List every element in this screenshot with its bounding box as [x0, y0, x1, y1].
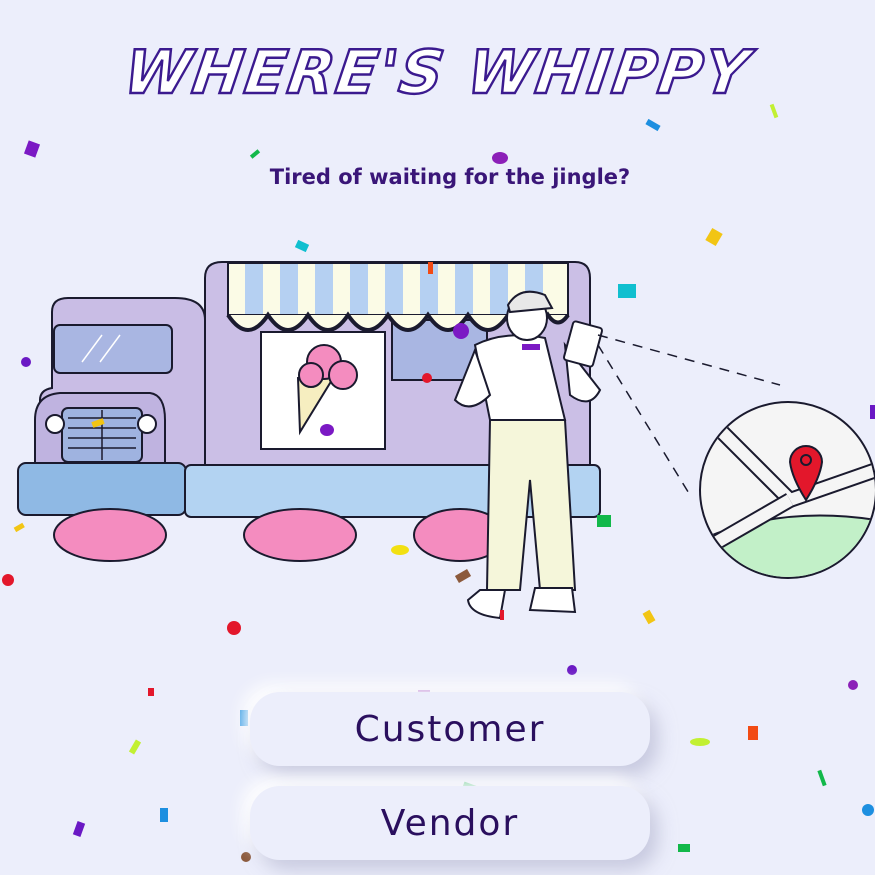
map-circle [699, 401, 875, 579]
customer-button[interactable]: Customer [250, 692, 650, 766]
app-title: Where's Whippy [119, 37, 757, 110]
tagline: Tired of waiting for the jingle? [269, 165, 631, 189]
vendor-button[interactable]: Vendor [250, 786, 650, 860]
